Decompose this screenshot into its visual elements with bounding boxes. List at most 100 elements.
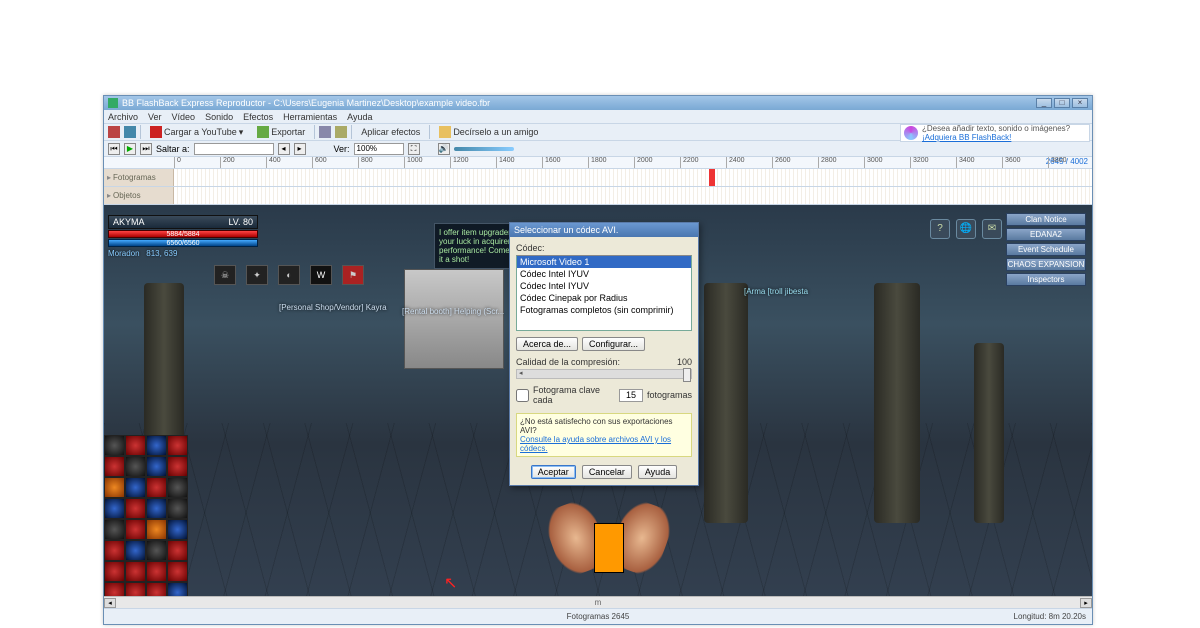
keyframe-checkbox[interactable] bbox=[516, 389, 529, 402]
codec-option[interactable]: Códec Intel IYUV bbox=[517, 268, 691, 280]
skill-slot[interactable] bbox=[104, 456, 125, 477]
skill-slot[interactable] bbox=[146, 519, 167, 540]
codec-option[interactable]: Microsoft Video 1 bbox=[517, 256, 691, 268]
configure-button[interactable]: Configurar... bbox=[582, 337, 645, 351]
menu-video[interactable]: Vídeo bbox=[172, 112, 196, 122]
skill-slot[interactable] bbox=[167, 519, 188, 540]
apply-effects-button[interactable]: Aplicar efectos bbox=[356, 125, 425, 139]
skill-slot[interactable] bbox=[104, 435, 125, 456]
about-button[interactable]: Acerca de... bbox=[516, 337, 578, 351]
mail-q-icon[interactable]: ✉ bbox=[982, 219, 1002, 239]
skill-slot[interactable] bbox=[125, 498, 146, 519]
skill-slot[interactable] bbox=[125, 561, 146, 582]
objects-track-body[interactable] bbox=[174, 187, 1092, 204]
menu-ver[interactable]: Ver bbox=[148, 112, 162, 122]
timeline-ruler[interactable]: 2645 / 4002 0200400600800100012001400160… bbox=[104, 157, 1092, 169]
tool-icon-2[interactable] bbox=[335, 126, 347, 138]
close-button[interactable]: × bbox=[1072, 98, 1088, 108]
slider-thumb[interactable] bbox=[683, 368, 691, 382]
keyframe-input[interactable] bbox=[619, 389, 643, 402]
menu-event-schedule[interactable]: Event Schedule bbox=[1006, 243, 1086, 256]
skill-slot[interactable] bbox=[146, 435, 167, 456]
skill-slot[interactable] bbox=[125, 519, 146, 540]
skill-slot[interactable] bbox=[167, 477, 188, 498]
skill-slot[interactable] bbox=[125, 456, 146, 477]
goto-end-button[interactable]: ⏭ bbox=[140, 143, 152, 155]
hp-bar: 5884/5884 bbox=[108, 230, 258, 238]
help-button[interactable]: Ayuda bbox=[638, 465, 677, 479]
menu-chaos[interactable]: CHAOS EXPANSION bbox=[1006, 258, 1086, 271]
promo-link[interactable]: ¡Adquiera BB FlashBack! bbox=[922, 133, 1011, 142]
skill-slot[interactable] bbox=[167, 498, 188, 519]
window-title: BB FlashBack Express Reproductor - C:\Us… bbox=[122, 98, 490, 108]
codec-option[interactable]: Códec Cinepak por Radius bbox=[517, 292, 691, 304]
zoom-select[interactable] bbox=[354, 143, 404, 155]
skill-slot[interactable] bbox=[104, 519, 125, 540]
next-marker-button[interactable]: ▸ bbox=[294, 143, 306, 155]
menu-sonido[interactable]: Sonido bbox=[205, 112, 233, 122]
codec-listbox[interactable]: Microsoft Video 1 Códec Intel IYUV Códec… bbox=[516, 255, 692, 331]
skill-slot[interactable] bbox=[146, 561, 167, 582]
prev-marker-button[interactable]: ◂ bbox=[278, 143, 290, 155]
skill-slot[interactable] bbox=[125, 540, 146, 561]
maximize-button[interactable]: □ bbox=[1054, 98, 1070, 108]
skill-slot[interactable] bbox=[104, 477, 125, 498]
mail-icon bbox=[439, 126, 451, 138]
skill-slot[interactable] bbox=[167, 540, 188, 561]
tool-icon-1[interactable] bbox=[319, 126, 331, 138]
skill-slot[interactable] bbox=[125, 477, 146, 498]
menu-archivo[interactable]: Archivo bbox=[108, 112, 138, 122]
menu-herramientas[interactable]: Herramientas bbox=[283, 112, 337, 122]
goto-start-button[interactable]: ⏮ bbox=[108, 143, 120, 155]
export-button[interactable]: Exportar bbox=[252, 124, 310, 140]
menu-efectos[interactable]: Efectos bbox=[243, 112, 273, 122]
skill-slot[interactable] bbox=[167, 561, 188, 582]
menu-ayuda[interactable]: Ayuda bbox=[347, 112, 372, 122]
hint-box: ¿No está satisfecho con sus exportacione… bbox=[516, 413, 692, 457]
codec-option[interactable]: Códec Intel IYUV bbox=[517, 280, 691, 292]
ruler-tick: 3600 bbox=[1002, 157, 1021, 169]
skill-slot[interactable] bbox=[146, 456, 167, 477]
fit-button[interactable]: ⛶ bbox=[408, 143, 420, 155]
skill-slot[interactable] bbox=[167, 456, 188, 477]
scroll-left-button[interactable]: ◂ bbox=[104, 598, 116, 608]
open-icon[interactable] bbox=[108, 126, 120, 138]
skill-slot[interactable] bbox=[125, 435, 146, 456]
upload-youtube-button[interactable]: Cargar a YouTube ▾ bbox=[145, 124, 248, 140]
jump-input[interactable] bbox=[194, 143, 274, 155]
player-name: AKYMA bbox=[113, 217, 145, 227]
tell-friend-button[interactable]: Decírselo a un amigo bbox=[434, 124, 543, 140]
menu-edana[interactable]: EDANA2 bbox=[1006, 228, 1086, 241]
frames-track-body[interactable] bbox=[174, 169, 1092, 186]
skill-slot[interactable] bbox=[104, 561, 125, 582]
menu-inspectors[interactable]: Inspectors bbox=[1006, 273, 1086, 286]
dialog-title: Seleccionar un códec AVI. bbox=[510, 223, 698, 237]
minimize-button[interactable]: _ bbox=[1036, 98, 1052, 108]
ruler-tick: 1400 bbox=[496, 157, 515, 169]
export-icon bbox=[257, 126, 269, 138]
quality-slider[interactable]: ◂ bbox=[516, 369, 692, 379]
save-icon[interactable] bbox=[124, 126, 136, 138]
cancel-button[interactable]: Cancelar bbox=[582, 465, 632, 479]
skill-slot[interactable] bbox=[146, 498, 167, 519]
menu-clan-notice[interactable]: Clan Notice bbox=[1006, 213, 1086, 226]
globe-icon[interactable]: 🌐 bbox=[956, 219, 976, 239]
ruler-tick: 2000 bbox=[634, 157, 653, 169]
skill-slot[interactable] bbox=[104, 540, 125, 561]
volume-icon[interactable]: 🔊 bbox=[438, 143, 450, 155]
skill-slot[interactable] bbox=[167, 435, 188, 456]
skill-slot[interactable] bbox=[104, 498, 125, 519]
play-button[interactable]: ▶ bbox=[124, 143, 136, 155]
objects-track: ▸Objetos bbox=[104, 187, 1092, 205]
volume-slider[interactable] bbox=[454, 147, 514, 151]
playhead[interactable] bbox=[709, 169, 715, 186]
ruler-tick: 3000 bbox=[864, 157, 883, 169]
hint-link[interactable]: Consulte la ayuda sobre archivos AVI y l… bbox=[520, 435, 688, 453]
help-icon[interactable]: ? bbox=[930, 219, 950, 239]
scroll-right-button[interactable]: ▸ bbox=[1080, 598, 1092, 608]
skill-slot[interactable] bbox=[146, 540, 167, 561]
accept-button[interactable]: Aceptar bbox=[531, 465, 576, 479]
skill-slot[interactable] bbox=[146, 477, 167, 498]
horizontal-scrollbar[interactable]: ◂ m ▸ bbox=[104, 596, 1092, 608]
codec-option[interactable]: Fotogramas completos (sin comprimir) bbox=[517, 304, 691, 316]
